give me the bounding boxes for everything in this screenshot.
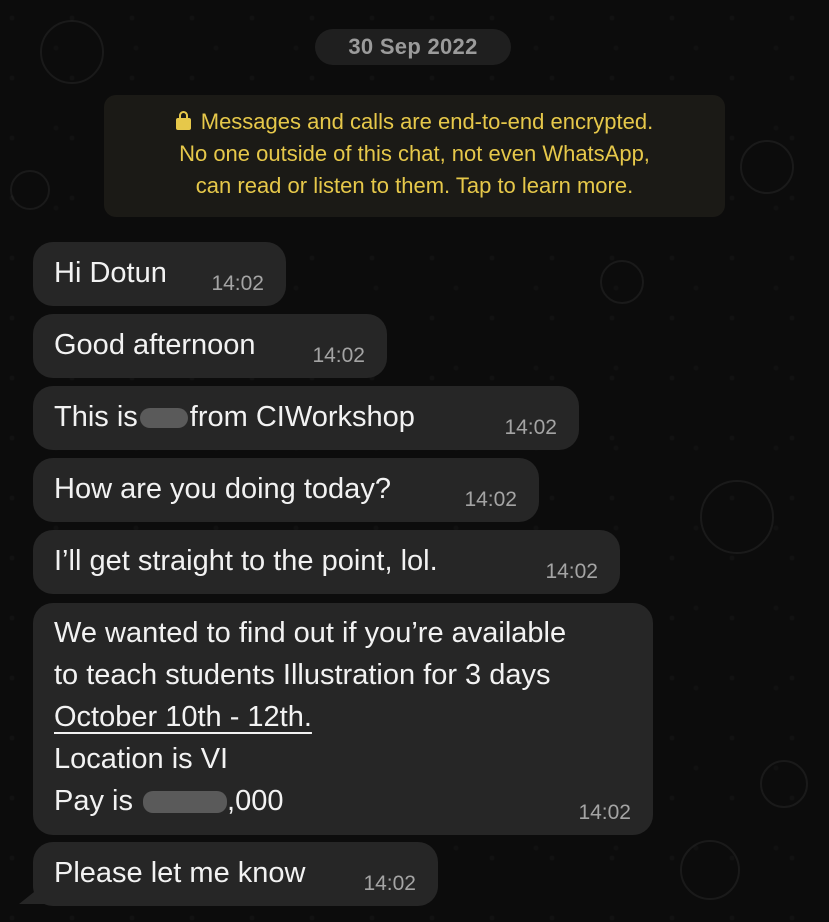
- date-separator: 30 Sep 2022: [315, 29, 511, 65]
- message-timestamp: 14:02: [211, 272, 264, 295]
- message-bubble[interactable]: Hi Dotun 14:02: [33, 242, 286, 306]
- message-line: We wanted to find out if you’re availabl…: [54, 617, 567, 649]
- encryption-line-1: Messages and calls are end-to-end encryp…: [104, 106, 725, 138]
- message-line: Location is VI: [54, 743, 229, 775]
- encryption-line-2: No one outside of this chat, not even Wh…: [179, 141, 650, 166]
- message-timestamp: 14:02: [363, 872, 416, 895]
- message-bubble[interactable]: We wanted to find out if you’re availabl…: [33, 603, 653, 835]
- encryption-notice[interactable]: Messages and calls are end-to-end encryp…: [104, 95, 725, 217]
- message-timestamp: 14:02: [545, 560, 598, 583]
- message-timestamp: 14:02: [312, 344, 365, 367]
- message-text: Please let me know: [54, 857, 306, 889]
- message-bubble[interactable]: Please let me know 14:02: [19, 842, 438, 906]
- message-date-line[interactable]: October 10th - 12th.: [54, 696, 566, 738]
- message-line: Pay is ,000: [54, 785, 284, 817]
- lock-icon: [175, 111, 191, 130]
- message-bubble[interactable]: How are you doing today? 14:02: [33, 458, 539, 522]
- message-text: How are you doing today?: [54, 473, 391, 505]
- date-link[interactable]: October 10th - 12th.: [54, 701, 312, 733]
- message-text: We wanted to find out if you’re availabl…: [54, 612, 566, 822]
- message-text: I’ll get straight to the point, lol.: [54, 545, 438, 577]
- message-text: Hi Dotun: [54, 257, 167, 289]
- message-text: This is from CIWorkshop: [54, 401, 415, 433]
- date-label: 30 Sep 2022: [348, 34, 478, 59]
- message-timestamp: 14:02: [578, 801, 631, 824]
- message-bubble[interactable]: Good afternoon 14:02: [33, 314, 387, 378]
- message-line: to teach students Illustration for 3 day…: [54, 659, 551, 691]
- redacted-name: [139, 408, 188, 429]
- message-bubble[interactable]: This is from CIWorkshop 14:02: [33, 386, 579, 450]
- message-timestamp: 14:02: [464, 488, 517, 511]
- redacted-amount: [143, 791, 228, 814]
- encryption-line-3: can read or listen to them. Tap to learn…: [195, 173, 634, 198]
- message-bubble[interactable]: I’ll get straight to the point, lol. 14:…: [33, 530, 620, 594]
- message-timestamp: 14:02: [504, 416, 557, 439]
- message-text: Good afternoon: [54, 329, 256, 361]
